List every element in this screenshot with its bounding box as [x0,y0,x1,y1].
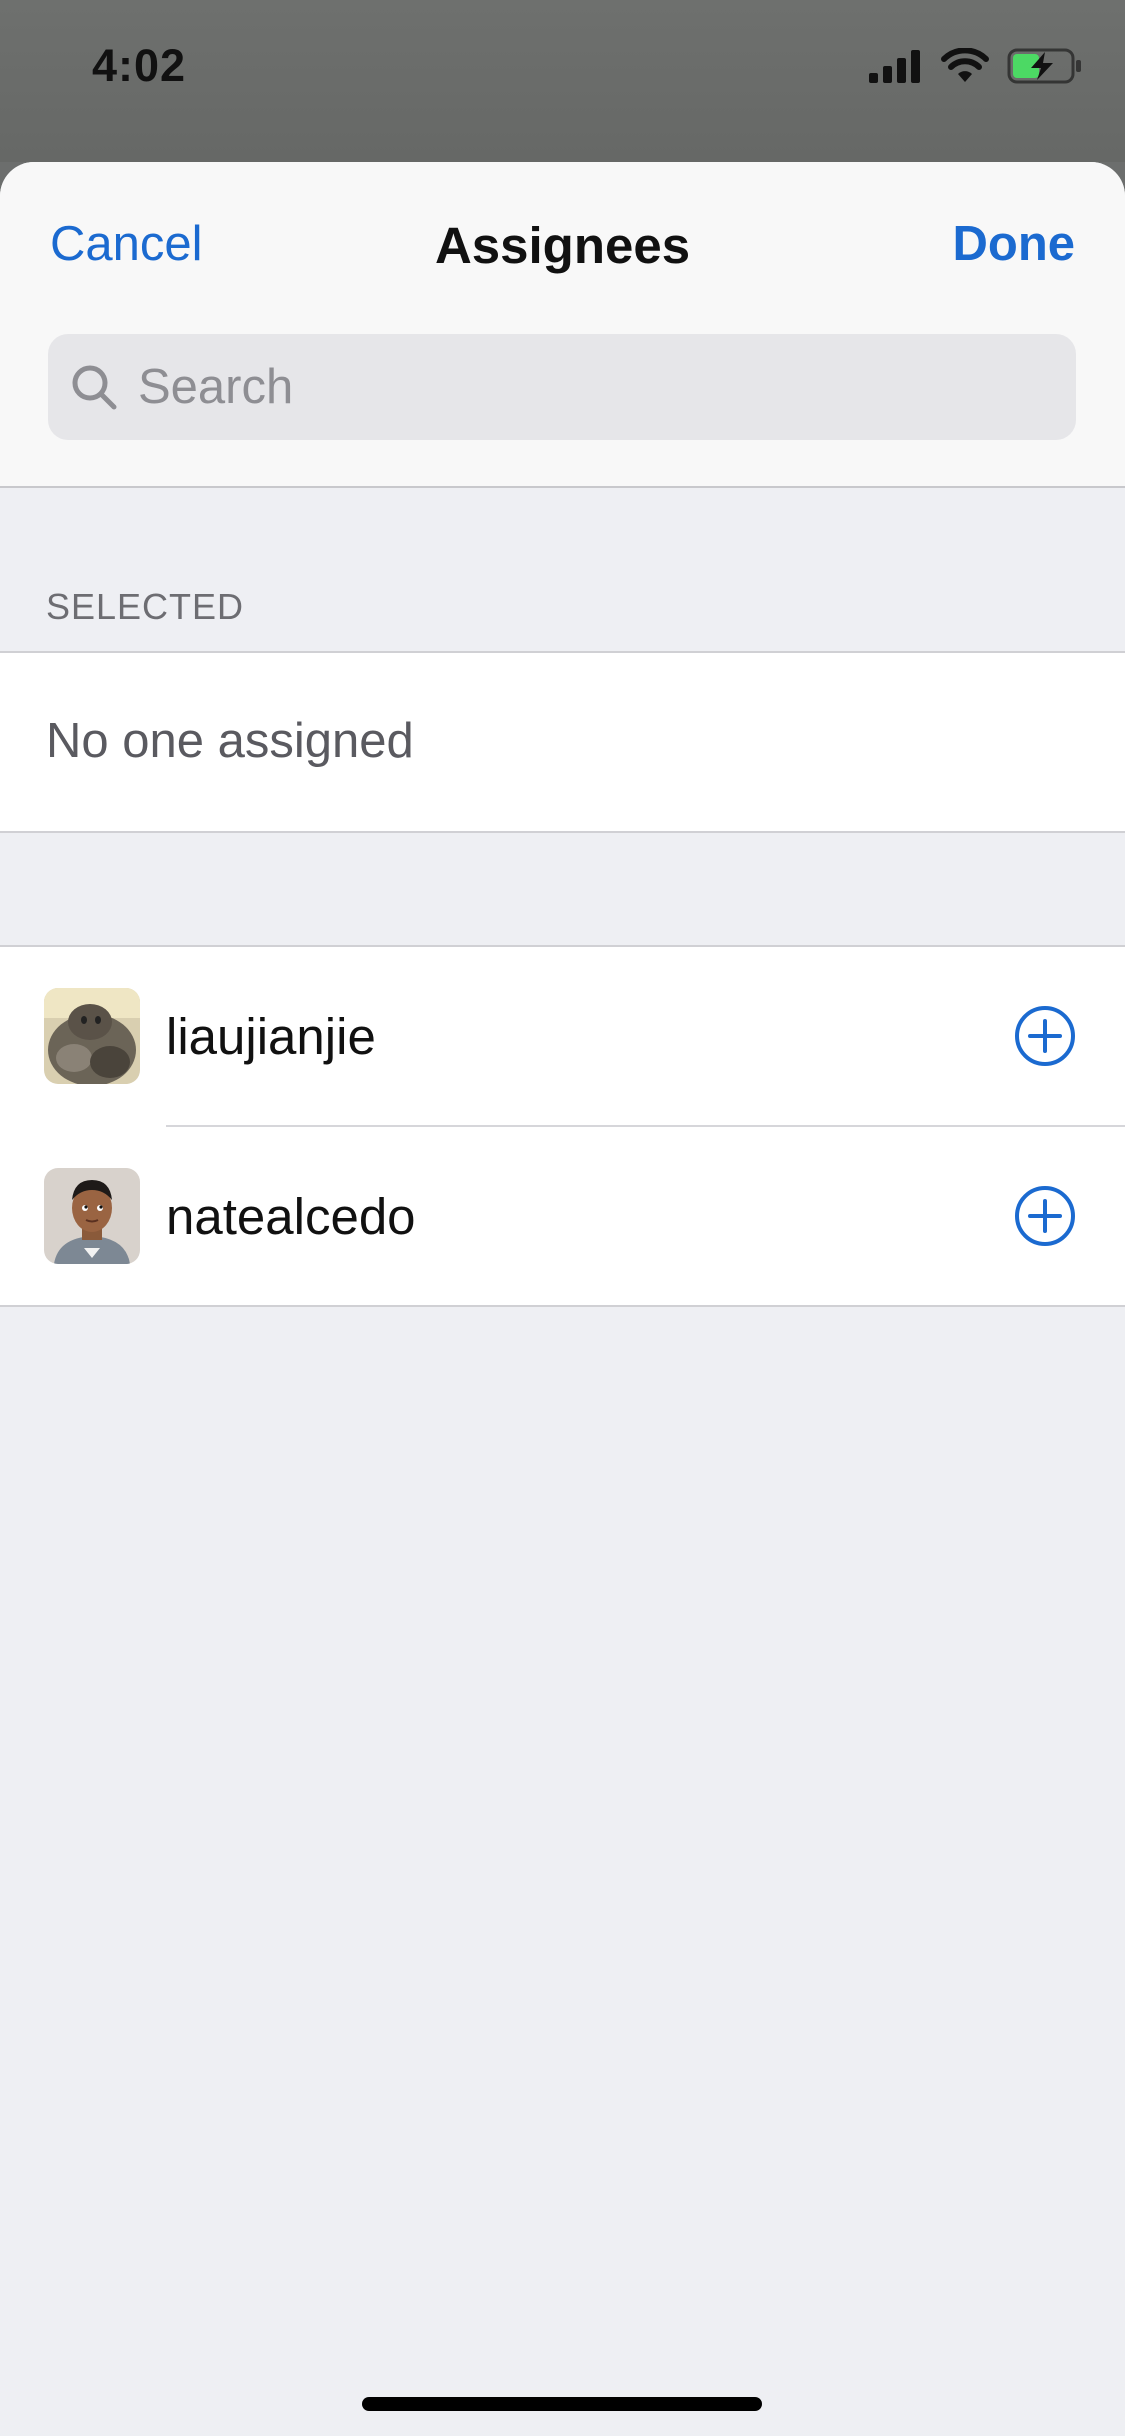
user-row-natealcedo[interactable]: natealcedo [0,1127,1125,1306]
home-indicator[interactable] [362,2397,762,2411]
selected-section-header: SELECTED [46,586,245,627]
done-button[interactable]: Done [953,216,1076,272]
no-assignees-label: No one assigned [46,714,414,768]
status-bar: 4:02 [0,0,1125,162]
avatar [44,1168,140,1264]
user-name: natealcedo [166,1188,416,1245]
user-row-liaujianjie[interactable]: liaujianjie [0,947,1125,1127]
cellular-signal-icon [869,49,923,88]
status-icons [869,46,1083,90]
available-users-list: liaujianjie natealcedo [0,945,1125,1307]
add-circle-icon[interactable] [1013,1004,1077,1068]
wifi-icon [941,46,989,89]
selected-assignees-list: No one assigned [0,651,1125,833]
user-name: liaujianjie [166,1008,376,1065]
avatar [44,988,140,1084]
navigation-bar: Cancel Assignees Done [0,162,1125,488]
assignees-sheet: Cancel Assignees Done SELECTED No one as… [0,162,1125,2436]
search-field[interactable] [48,334,1076,440]
status-time: 4:02 [92,40,187,91]
search-icon [66,359,122,415]
battery-charging-icon [1007,47,1083,90]
add-circle-icon[interactable] [1013,1184,1077,1248]
search-input[interactable] [136,358,1040,416]
